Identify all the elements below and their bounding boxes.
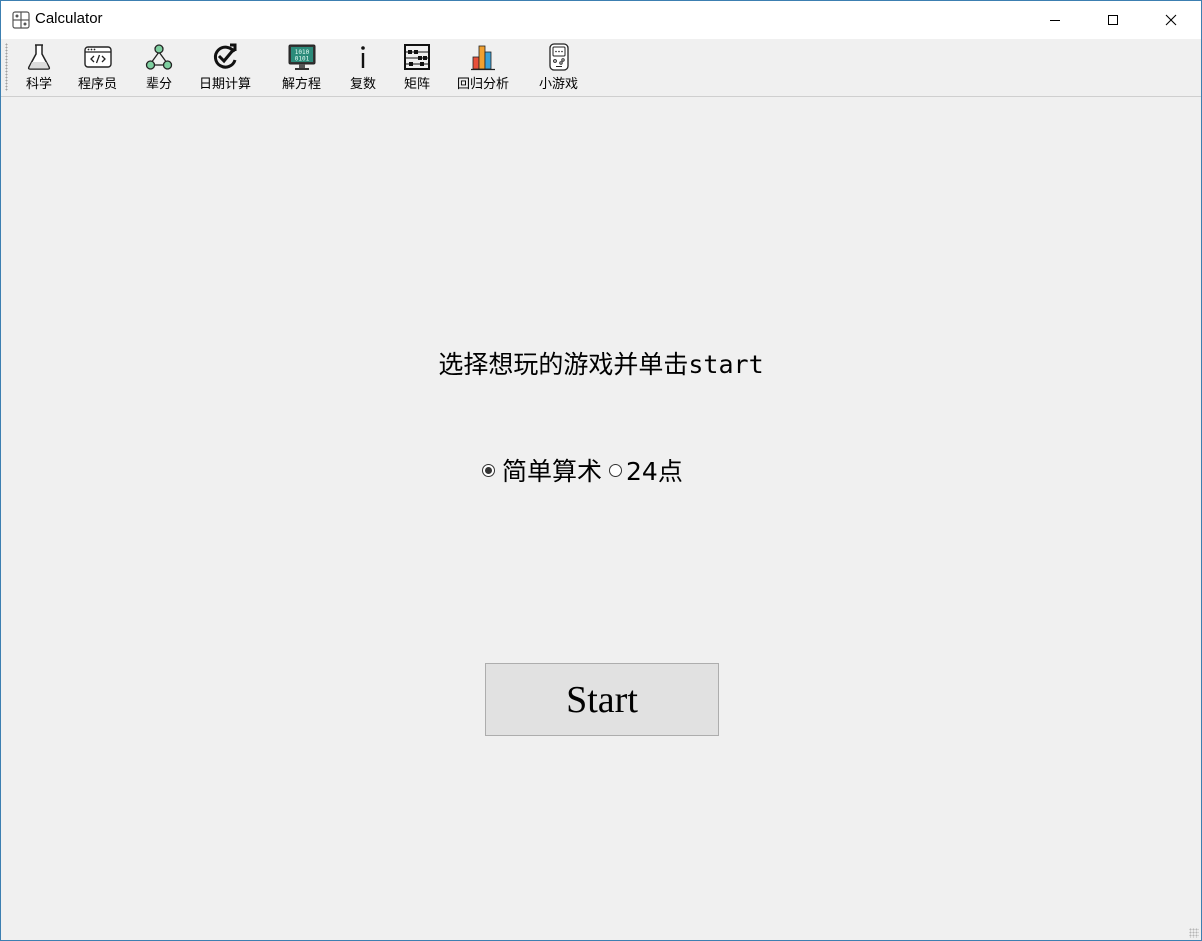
radio-24-points[interactable]: 24点 xyxy=(609,452,683,488)
mode-toolbar: 科学 程序员 辈分 日期计算 1010 0101 解方程 复数 矩阵 回归分析 … xyxy=(1,39,1201,97)
toolbar-item-matrix[interactable]: 矩阵 xyxy=(403,43,431,93)
toolbar-label: 矩阵 xyxy=(403,77,430,92)
maximize-icon xyxy=(1108,15,1118,25)
game-prompt: 选择想玩的游戏并单击start xyxy=(438,350,764,379)
abacus-icon xyxy=(404,44,430,70)
start-button[interactable]: Start xyxy=(485,663,719,736)
toolbar-item-kinship[interactable]: 辈分 xyxy=(145,43,173,93)
radio-button-checked[interactable] xyxy=(482,463,495,477)
svg-text:0101: 0101 xyxy=(294,56,309,63)
toolbar-item-regression[interactable]: 回归分析 xyxy=(457,43,509,93)
toolbar-label: 复数 xyxy=(349,77,376,92)
toolbar-label: 解方程 xyxy=(282,77,322,92)
window-title: Calculator xyxy=(35,10,103,27)
flask-icon xyxy=(27,44,51,70)
close-button[interactable] xyxy=(1142,1,1200,39)
toolbar-item-equation[interactable]: 1010 0101 解方程 xyxy=(282,43,321,93)
check-refresh-icon xyxy=(213,43,237,69)
close-icon xyxy=(1165,14,1177,26)
toolbar-item-programmer[interactable]: 程序员 xyxy=(78,43,117,93)
toolbar-item-minigame[interactable]: 小游戏 xyxy=(539,43,578,93)
calculator-window: Calculator 科学 程序员 辈分 日期计算 1010 0101 解方程 … xyxy=(0,0,1202,941)
game-device-icon xyxy=(548,43,569,71)
toolbar-label: 辈分 xyxy=(145,77,172,92)
toolbar-label: 程序员 xyxy=(78,77,118,92)
family-tree-icon xyxy=(145,44,173,70)
bar-chart-icon xyxy=(471,45,495,71)
toolbar-item-date[interactable]: 日期计算 xyxy=(199,43,251,93)
radio-label[interactable]: 24点 xyxy=(626,452,683,488)
info-i-icon xyxy=(361,46,365,68)
resize-grip[interactable] xyxy=(1189,928,1199,938)
toolbar-item-complex[interactable]: 复数 xyxy=(349,43,377,93)
maximize-button[interactable] xyxy=(1084,1,1142,39)
binary-monitor-icon: 1010 0101 xyxy=(288,44,315,70)
radio-label[interactable]: 简单算术 xyxy=(502,452,602,488)
title-bar[interactable]: Calculator xyxy=(1,1,1201,39)
toolbar-label: 科学 xyxy=(25,77,52,92)
game-options: 简单算术 24点 xyxy=(482,454,690,486)
code-window-icon xyxy=(83,46,112,68)
minimize-button[interactable] xyxy=(1026,1,1084,39)
minimize-icon xyxy=(1050,20,1060,21)
toolbar-label: 回归分析 xyxy=(457,77,510,92)
radio-button[interactable] xyxy=(609,463,623,477)
radio-simple-arithmetic[interactable]: 简单算术 xyxy=(482,452,602,488)
toolbar-label: 日期计算 xyxy=(199,77,252,92)
app-icon xyxy=(12,11,30,29)
toolbar-item-science[interactable]: 科学 xyxy=(25,43,53,93)
toolbar-grip[interactable] xyxy=(5,43,8,91)
toolbar-label: 小游戏 xyxy=(539,77,579,92)
